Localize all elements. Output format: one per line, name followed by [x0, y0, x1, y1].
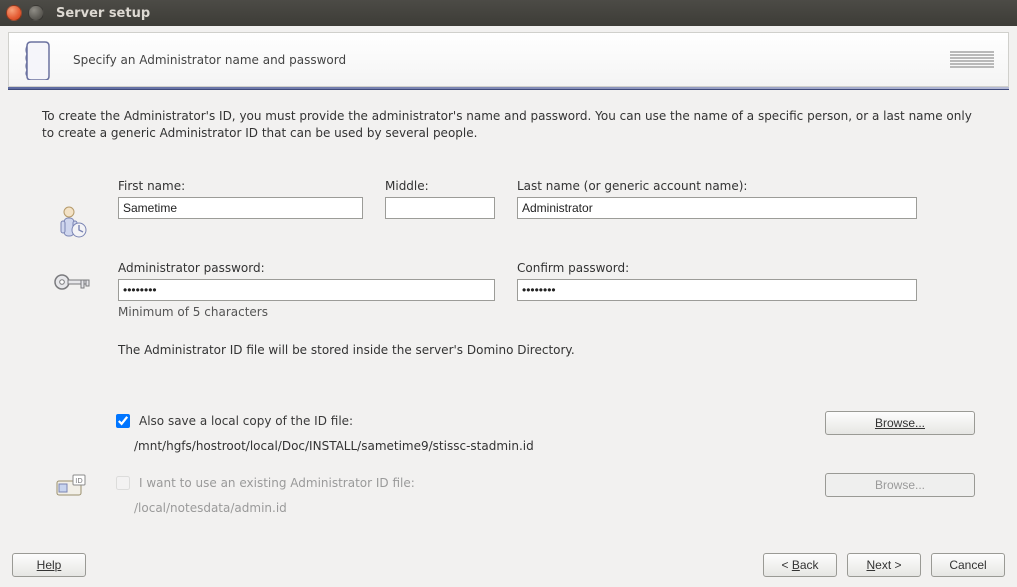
- ibm-logo-icon: [950, 51, 994, 69]
- middle-name-label: Middle:: [385, 179, 495, 193]
- first-name-label: First name:: [118, 179, 363, 193]
- id-card-icon: ID: [42, 473, 102, 499]
- close-icon[interactable]: [6, 5, 22, 21]
- content-area: To create the Administrator's ID, you mu…: [0, 90, 1017, 535]
- next-button[interactable]: Next >: [847, 553, 921, 577]
- save-local-copy-checkbox[interactable]: [116, 414, 130, 428]
- confirm-password-input[interactable]: [517, 279, 917, 301]
- browse-existing-id-button: Browse...: [825, 473, 975, 497]
- page-title: Specify an Administrator name and passwo…: [73, 53, 932, 67]
- storage-note: The Administrator ID file will be stored…: [118, 343, 975, 357]
- use-existing-id-row: I want to use an existing Administrator …: [112, 473, 805, 493]
- browse-save-local-button[interactable]: Browse...: [825, 411, 975, 435]
- save-local-copy-row: Also save a local copy of the ID file:: [112, 411, 805, 431]
- wizard-page-icon: [19, 42, 55, 78]
- user-icon: [42, 179, 102, 243]
- save-local-copy-label: Also save a local copy of the ID file:: [139, 414, 353, 428]
- svg-text:ID: ID: [75, 477, 82, 485]
- password-label: Administrator password:: [118, 261, 495, 275]
- first-name-input[interactable]: [118, 197, 363, 219]
- instructions-text: To create the Administrator's ID, you mu…: [42, 108, 975, 143]
- confirm-password-label: Confirm password:: [517, 261, 917, 275]
- window-title: Server setup: [56, 6, 150, 21]
- password-input[interactable]: [118, 279, 495, 301]
- header-band: Specify an Administrator name and passwo…: [8, 32, 1009, 87]
- use-existing-id-checkbox: [116, 476, 130, 490]
- cancel-button[interactable]: Cancel: [931, 553, 1005, 577]
- password-hint: Minimum of 5 characters: [118, 305, 495, 319]
- help-button[interactable]: Help: [12, 553, 86, 577]
- use-existing-id-path: /local/notesdata/admin.id: [134, 501, 805, 515]
- back-button[interactable]: < Back: [763, 553, 837, 577]
- wizard-footer: Help < Back Next > Cancel: [0, 553, 1017, 577]
- middle-name-input[interactable]: [385, 197, 495, 219]
- last-name-input[interactable]: [517, 197, 917, 219]
- minimize-icon[interactable]: [28, 5, 44, 21]
- window-titlebar: Server setup: [0, 0, 1017, 26]
- last-name-label: Last name (or generic account name):: [517, 179, 917, 193]
- use-existing-id-label: I want to use an existing Administrator …: [139, 476, 415, 490]
- key-icon: [42, 243, 102, 357]
- save-local-copy-path: /mnt/hgfs/hostroot/local/Doc/INSTALL/sam…: [134, 439, 805, 453]
